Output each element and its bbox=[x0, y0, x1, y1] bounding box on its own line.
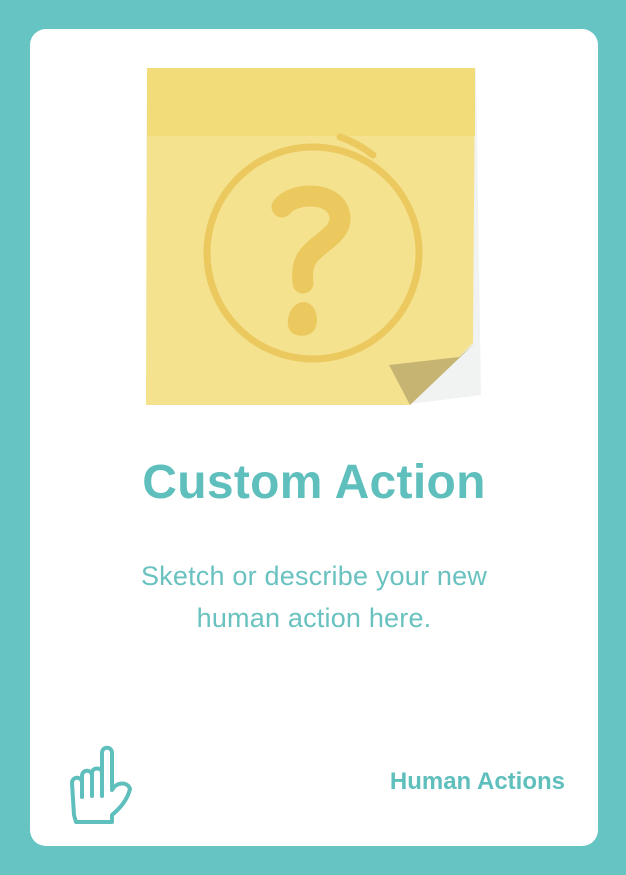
sticky-note-adhesive-strip bbox=[147, 68, 475, 136]
pointing-hand-icon bbox=[66, 745, 136, 825]
question-mark-sticky-note-icon bbox=[146, 68, 481, 405]
sticky-note-illustration bbox=[145, 67, 485, 407]
card-description: Sketch or describe your new human action… bbox=[30, 555, 598, 639]
category-label: Human Actions bbox=[389, 768, 565, 795]
action-card: Custom Action Sketch or describe your ne… bbox=[30, 29, 598, 846]
card-title: Custom Action bbox=[142, 456, 486, 509]
card-description-line-1: Sketch or describe your new bbox=[140, 561, 488, 591]
card-description-line-2: human action here. bbox=[196, 603, 432, 633]
